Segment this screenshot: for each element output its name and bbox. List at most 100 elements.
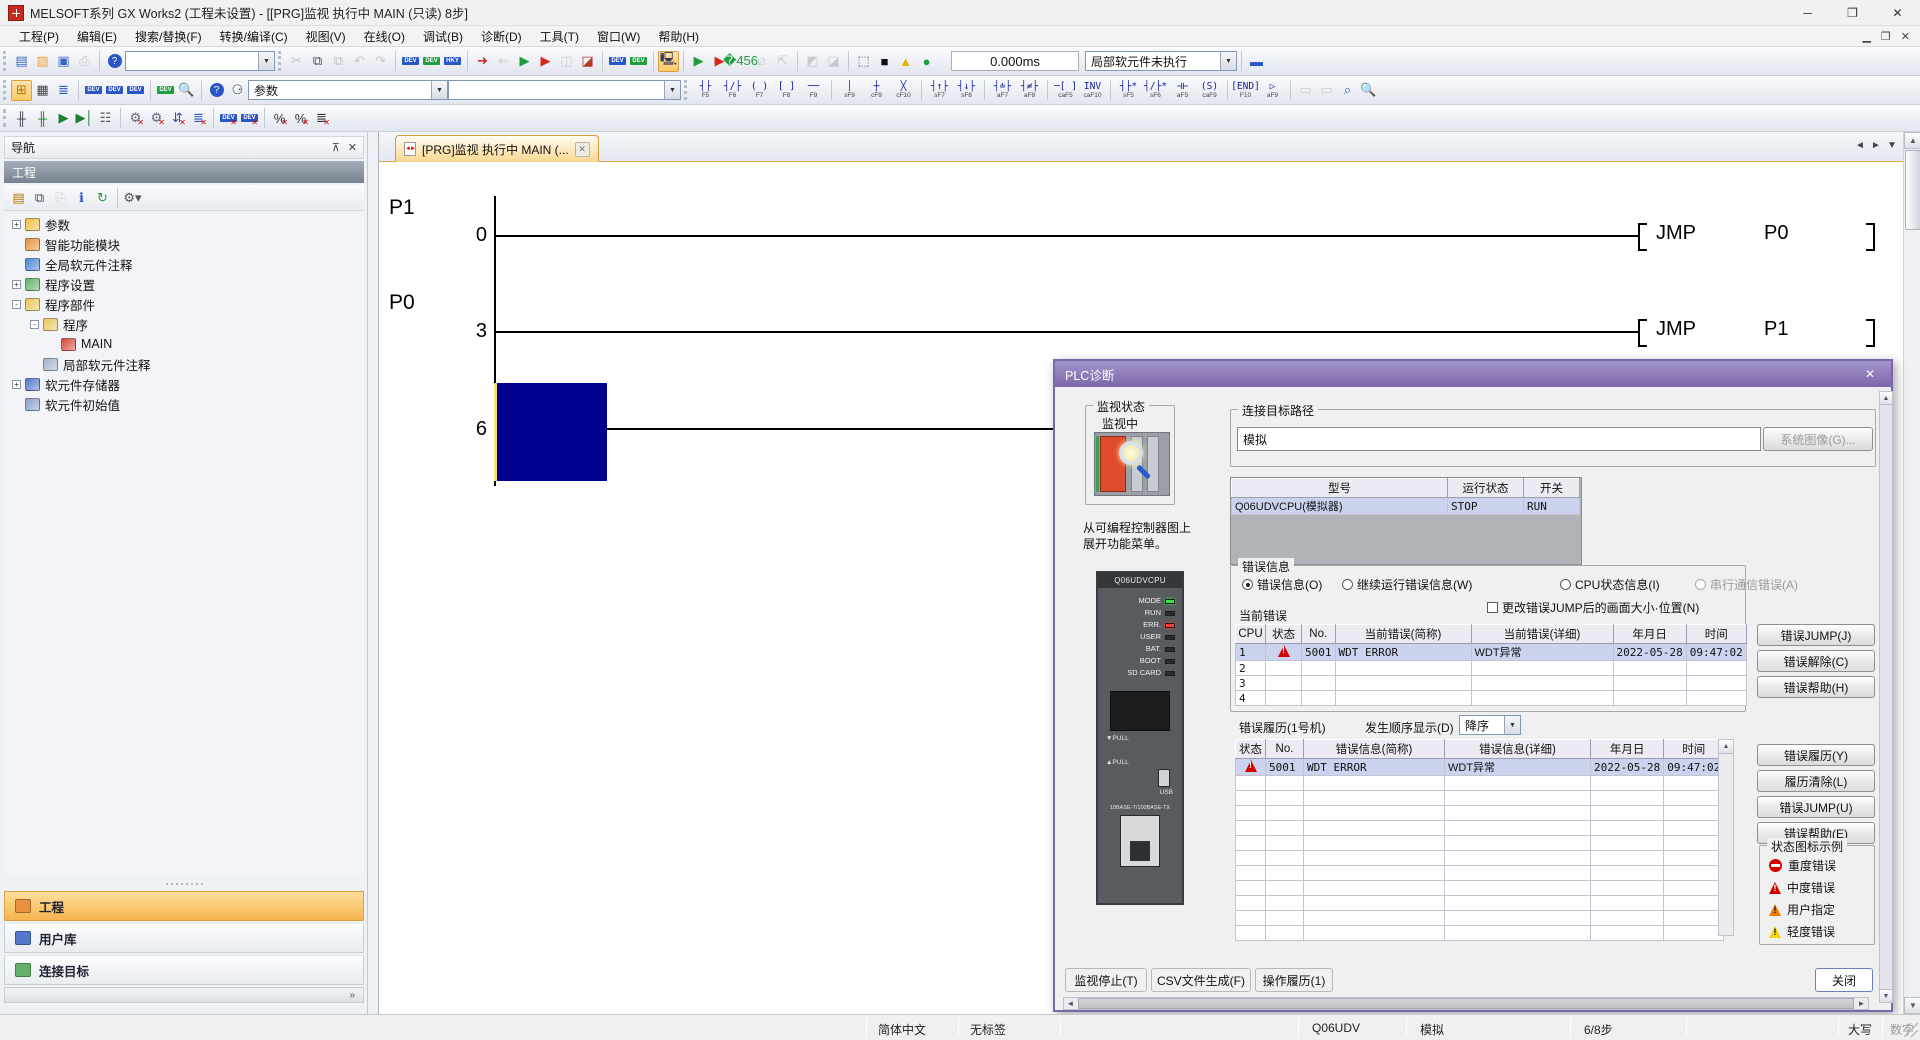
toolbar-icon[interactable]: DEV <box>421 51 442 72</box>
footer-button-监视停止(T)[interactable]: 监视停止(T) <box>1065 968 1147 992</box>
ladder-symbol-sF5[interactable]: ┤├*sF5 <box>1115 78 1142 102</box>
ladder-symbol-cF10[interactable]: ╳cF10 <box>890 78 917 102</box>
tree-item-参数[interactable]: +参数 <box>4 214 364 234</box>
tree-item-局部软元件注释[interactable]: 局部软元件注释 <box>4 354 364 374</box>
history-error-row[interactable] <box>1236 836 1724 851</box>
toolbar-icon[interactable]: ⚙✕ <box>125 108 146 129</box>
toolbar-icon[interactable]: ↻ <box>92 187 113 208</box>
history-error-row[interactable] <box>1236 851 1724 866</box>
toolbar-icon[interactable]: ⎘ <box>50 187 71 208</box>
tree-item-程序[interactable]: -程序 <box>4 314 364 334</box>
quick-access-combo[interactable]: ▼ <box>125 51 275 71</box>
ladder-symbol-caF10[interactable]: INVcaF10 <box>1079 78 1106 102</box>
toolbar-icon[interactable]: ⚙▾ <box>122 187 143 208</box>
model-row[interactable]: Q06UDVCPU(模拟器)STOPRUN <box>1232 498 1580 515</box>
toolbar-icon[interactable]: ⧉ <box>29 187 50 208</box>
toolbar-icon[interactable]: DEV <box>628 51 649 72</box>
toolbar-icon[interactable]: ▶ <box>688 51 709 72</box>
tree-item-MAIN[interactable]: MAIN <box>4 334 364 354</box>
dialog-titlebar[interactable]: PLC诊断 ✕ <box>1055 361 1891 387</box>
column-header[interactable]: 开关 <box>1524 479 1580 498</box>
tab-close-icon[interactable]: ✕ <box>575 142 590 157</box>
current-error-row[interactable]: 4 <box>1236 691 1747 706</box>
close-icon[interactable]: ✕ <box>348 141 357 154</box>
toolbar-icon[interactable]: %✕ <box>290 108 311 129</box>
footer-button-操作履历(1)[interactable]: 操作履历(1) <box>1255 968 1333 992</box>
menu-编辑[interactable]: 编辑(E) <box>68 26 126 47</box>
dialog-horizontal-scrollbar[interactable]: ◄► <box>1063 997 1869 1010</box>
toolbar-icon[interactable]: ╫ <box>32 108 53 129</box>
column-header[interactable]: CPU <box>1236 625 1266 644</box>
radio-CPU状态信息(I)[interactable]: CPU状态信息(I) <box>1560 576 1660 593</box>
history-error-row[interactable] <box>1236 911 1724 926</box>
ladder-symbol-aF8[interactable]: ┤≠├aF8 <box>1016 78 1043 102</box>
toolbar-icon[interactable]: ⧉ <box>307 51 328 72</box>
menu-帮助[interactable]: 帮助(H) <box>649 26 708 47</box>
button-错误帮助(H)[interactable]: 错误帮助(H) <box>1757 676 1875 698</box>
toolbar-icon[interactable]: ↷ <box>370 51 391 72</box>
toolbar-icon[interactable]: ▶│ <box>74 108 95 129</box>
history-error-row[interactable] <box>1236 926 1724 941</box>
tab-scroll-right-icon[interactable]: ► <box>1871 140 1881 151</box>
error-history-table[interactable]: 状态No.错误信息(简称)错误信息(详细)年月日时间5001WDT ERRORW… <box>1235 739 1724 941</box>
nav-tab-工程[interactable]: 工程 <box>4 891 364 921</box>
toolbar-icon[interactable]: 🔍 <box>1358 80 1379 101</box>
close-button[interactable]: ✕ <box>1875 0 1920 25</box>
toolbar-icon[interactable]: ℹ <box>71 187 92 208</box>
toolbar-icon[interactable]: ☷ <box>95 108 116 129</box>
toolbar-icon[interactable]: ▦ <box>32 80 53 101</box>
toolbar-icon[interactable]: ⇵✕ <box>167 108 188 129</box>
menu-工程[interactable]: 工程(P) <box>10 26 68 47</box>
tree-item-智能功能模块[interactable]: 智能功能模块 <box>4 234 364 254</box>
toolbar-icon[interactable]: ≣ <box>53 80 74 101</box>
button-错误JUMP(J)[interactable]: 错误JUMP(J) <box>1757 624 1875 646</box>
tree-item-程序设置[interactable]: +程序设置 <box>4 274 364 294</box>
ladder-symbol-F6[interactable]: ┤/├F6 <box>719 78 746 102</box>
cpu-model-table[interactable]: 型号运行状态开关Q06UDVCPU(模拟器)STOPRUN <box>1231 478 1580 515</box>
ladder-symbol-caF5[interactable]: ─[ ]caF5 <box>1052 78 1079 102</box>
toolbar-icon[interactable]: DEV✕ <box>218 108 239 129</box>
collapse-icon[interactable]: - <box>30 320 39 329</box>
toolbar-icon[interactable]: ⇱ <box>772 51 793 72</box>
exec-mode-combo[interactable]: 局部软元件未执行▼ <box>1085 51 1237 71</box>
toolbar-icon[interactable]: ▭ <box>1316 80 1337 101</box>
toolbar-icon[interactable]: ◪ <box>577 51 598 72</box>
toolbar-icon[interactable]: ⧄ <box>751 51 772 72</box>
system-image-button[interactable]: 系统图像(G)... <box>1763 427 1873 451</box>
column-header[interactable]: 年月日 <box>1591 740 1664 759</box>
mdi-window-controls[interactable]: ▁❐✕ <box>1862 30 1920 43</box>
toolbar-icon[interactable]: ⊞ <box>11 80 32 101</box>
toolbar-icon[interactable]: ? <box>206 80 227 101</box>
ladder-symbol-sF9[interactable]: │sF9 <box>836 78 863 102</box>
toolbar-icon[interactable]: HKY <box>442 51 463 72</box>
toolbar-icon[interactable]: ✂ <box>286 51 307 72</box>
toolbar-icon[interactable]: ◪ <box>823 51 844 72</box>
column-header[interactable]: No. <box>1302 625 1336 644</box>
current-error-table[interactable]: CPU状态No.当前错误(简称)当前错误(详细)年月日时间15001WDT ER… <box>1235 624 1747 706</box>
history-error-row[interactable] <box>1236 791 1724 806</box>
device-combo[interactable]: ▼ <box>448 80 681 100</box>
panel-chevron[interactable]: » <box>4 987 364 1003</box>
editor-vertical-scrollbar[interactable]: ▲ ▼ <box>1903 132 1920 1014</box>
toolbar-icon[interactable]: ◫ <box>556 51 577 72</box>
footer-button-CSV文件生成(F)[interactable]: CSV文件生成(F) <box>1151 968 1251 992</box>
nav-tab-用户库[interactable]: 用户库 <box>4 923 364 953</box>
expand-icon[interactable]: + <box>12 380 21 389</box>
ladder-symbol-cF9[interactable]: ┼cF9 <box>863 78 890 102</box>
menu-诊断[interactable]: 诊断(D) <box>472 26 531 47</box>
toolbar-icon[interactable]: ≣✕ <box>188 108 209 129</box>
toolbar-icon[interactable]: DEV <box>125 80 146 101</box>
toolbar-icon[interactable]: DEV <box>83 80 104 101</box>
tab-scroll-left-icon[interactable]: ◄ <box>1855 140 1865 151</box>
menu-工具[interactable]: 工具(T) <box>531 26 588 47</box>
parameter-combo[interactable]: 参数▼ <box>248 80 448 100</box>
column-header[interactable]: 型号 <box>1232 479 1448 498</box>
column-header[interactable]: 状态 <box>1266 625 1302 644</box>
button-错误JUMP(U)[interactable]: 错误JUMP(U) <box>1757 796 1875 818</box>
toolbar-icon[interactable]: ◩ <box>802 51 823 72</box>
tree-item-软元件初始值[interactable]: 软元件初始值 <box>4 394 364 414</box>
ladder-symbol-caF9[interactable]: (S)caF9 <box>1196 78 1223 102</box>
column-header[interactable]: 当前错误(简称) <box>1335 625 1471 644</box>
toolbar-icon[interactable]: DEV <box>607 51 628 72</box>
panel-splitter[interactable] <box>4 880 364 888</box>
